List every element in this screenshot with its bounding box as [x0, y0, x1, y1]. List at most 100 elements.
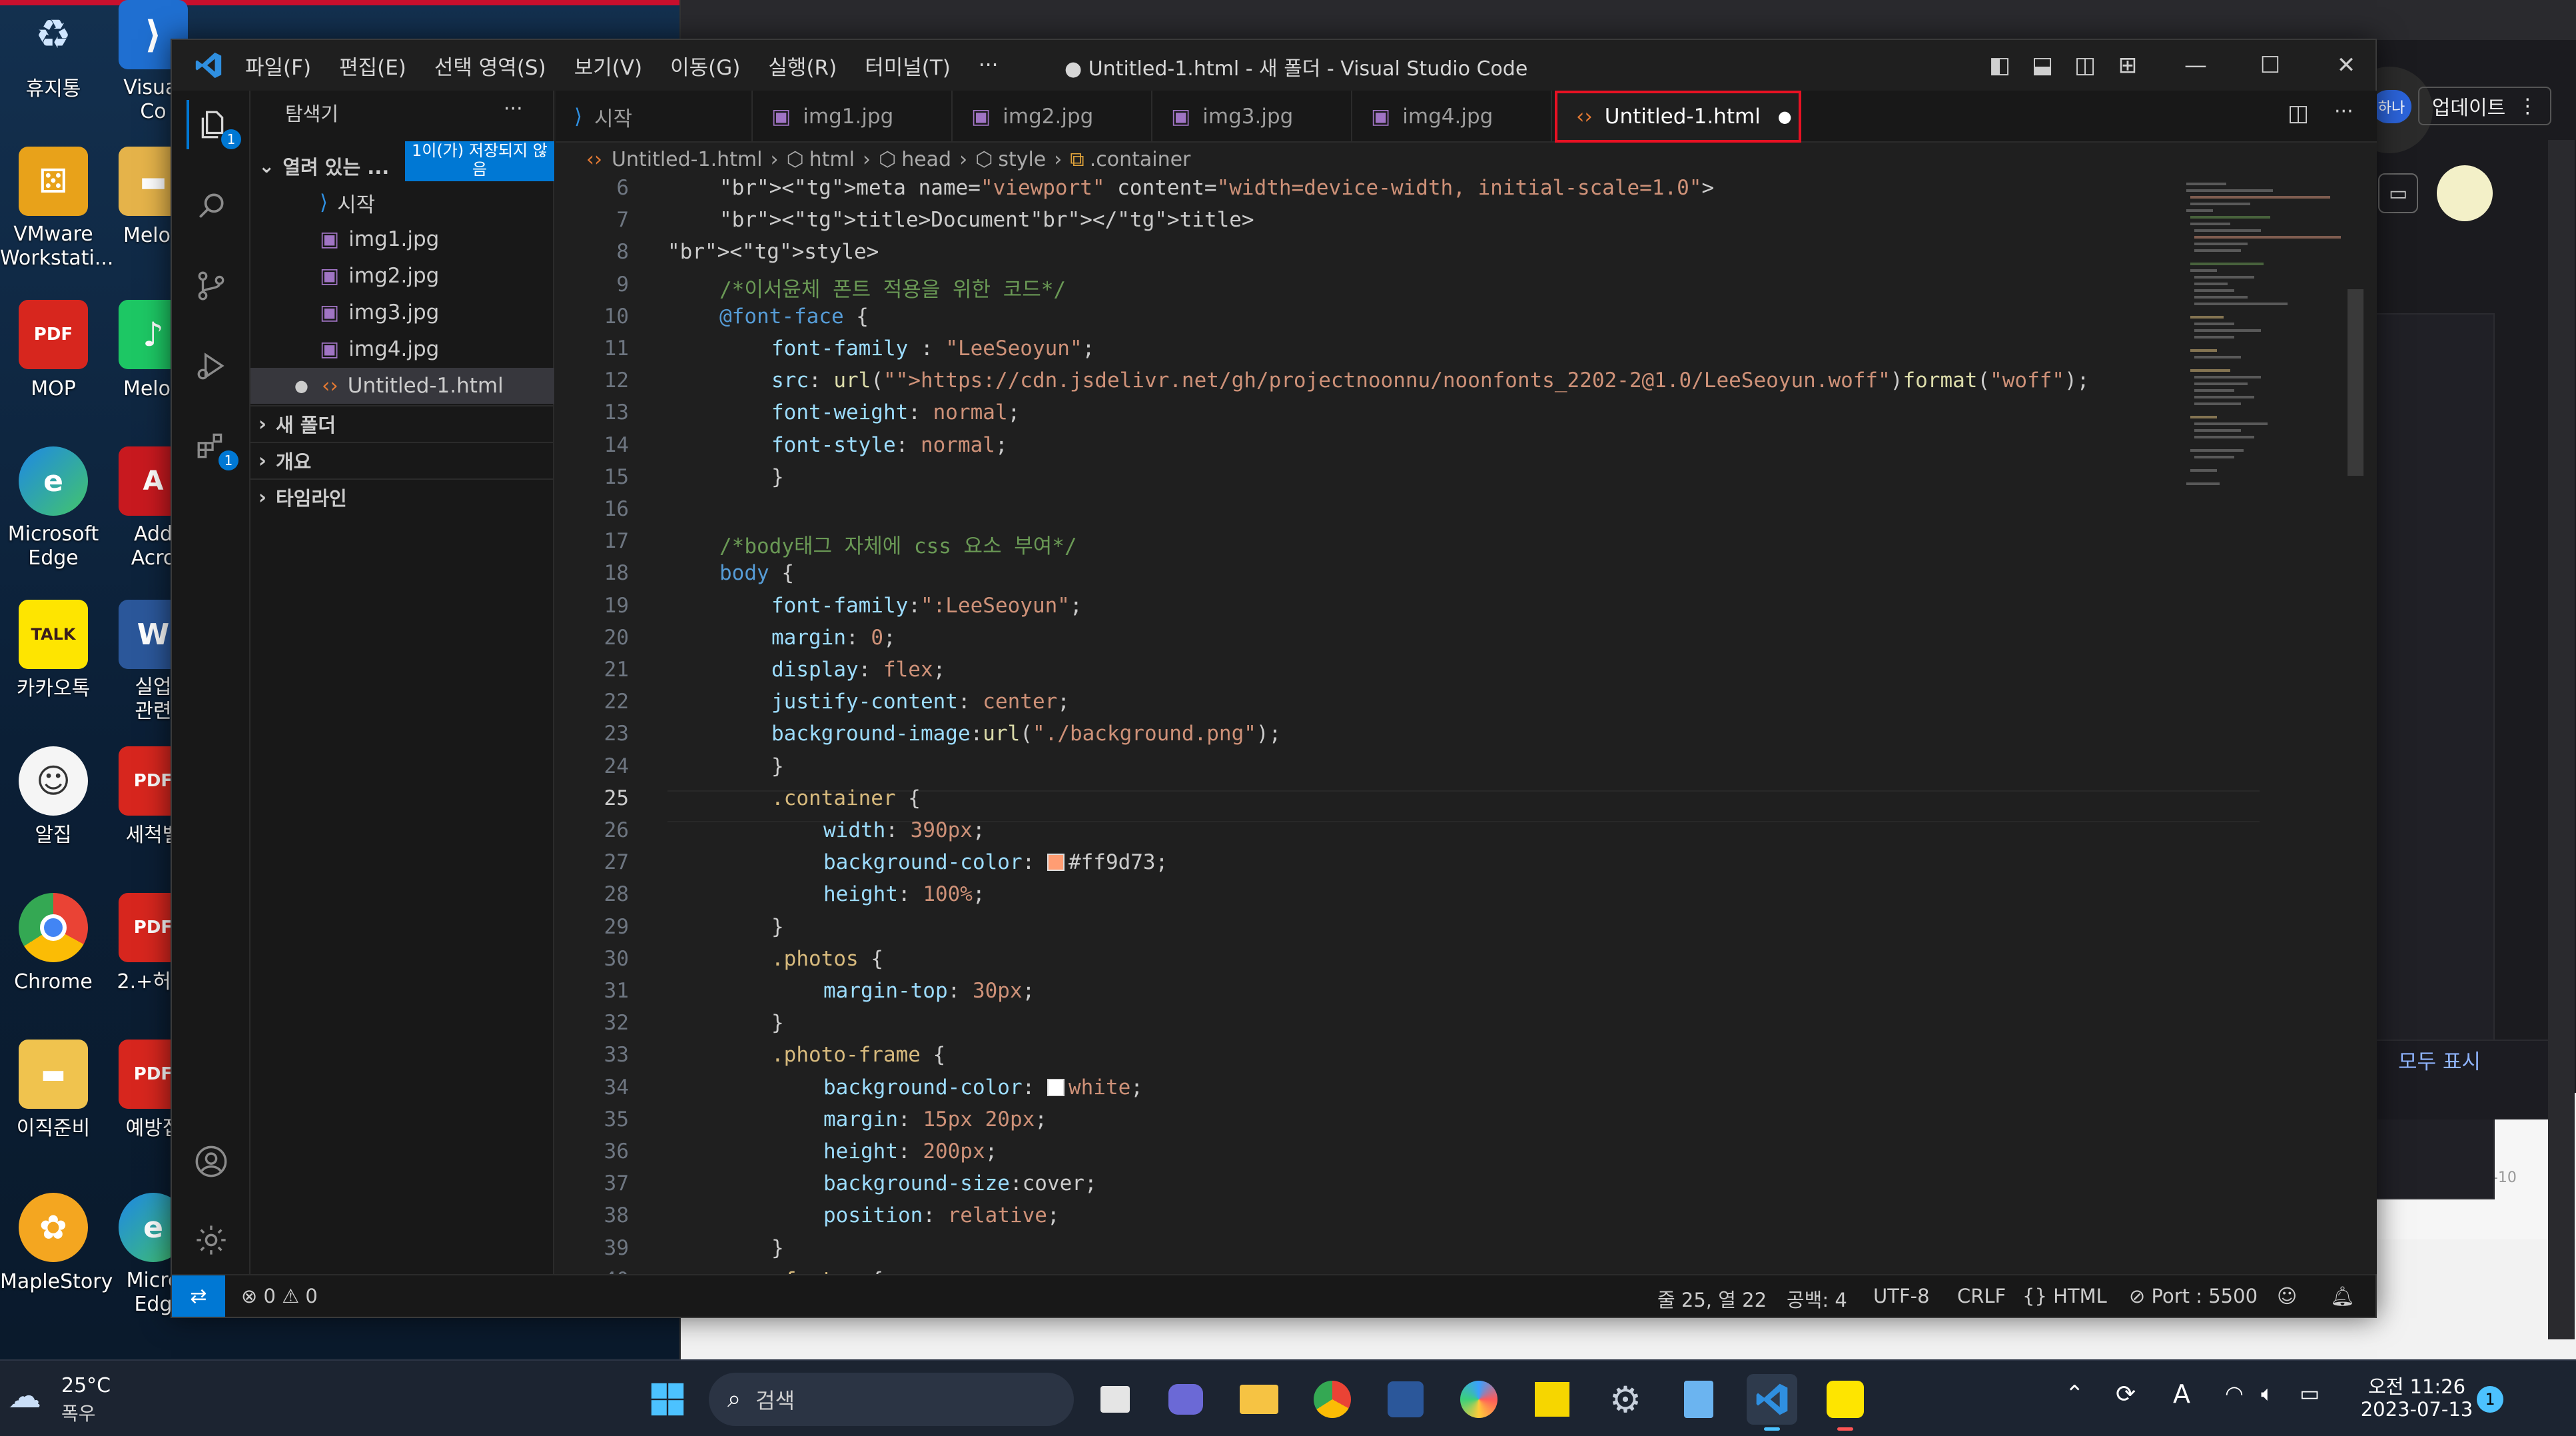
explorer-icon[interactable]: 1: [187, 100, 241, 149]
run-debug-icon[interactable]: [187, 341, 236, 390]
show-all-link[interactable]: 모두 표시: [2398, 1045, 2481, 1075]
open-editor-item[interactable]: ▣ img4.jpg: [250, 331, 554, 367]
settings-gear-icon[interactable]: [187, 1215, 236, 1265]
word-taskbar-icon[interactable]: [1380, 1374, 1431, 1425]
weather-cloud-icon[interactable]: ☁: [8, 1377, 55, 1423]
toggle-primary-sidebar-icon[interactable]: ◧: [1984, 49, 2016, 81]
menu-more[interactable]: ···: [979, 53, 999, 77]
open-editor-item[interactable]: ▣ img3.jpg: [250, 295, 554, 331]
wifi-icon[interactable]: ◠: [2225, 1381, 2244, 1406]
indentation[interactable]: 공백: 4: [1787, 1285, 1847, 1313]
kakaotalk-taskbar-icon[interactable]: [1820, 1374, 1871, 1425]
breadcrumb-item[interactable]: .container: [1090, 148, 1191, 171]
clock-time[interactable]: 오전 11:26: [2363, 1371, 2470, 1399]
menu-terminal[interactable]: 터미널(T): [865, 51, 951, 81]
taskbar-search[interactable]: ⌕ 검색: [709, 1373, 1074, 1426]
kakaotalk-icon[interactable]: TALK: [19, 600, 88, 669]
breadcrumb-item[interactable]: style: [998, 148, 1046, 171]
maplestory-icon[interactable]: ✿: [19, 1193, 88, 1262]
inbox-icon[interactable]: ▭: [2378, 173, 2418, 213]
file-explorer-icon[interactable]: [1234, 1374, 1284, 1425]
breadcrumb-item[interactable]: Untitled-1.html: [612, 148, 762, 171]
unsaved-dot-icon[interactable]: ●: [1778, 107, 1792, 126]
chrome-taskbar-icon[interactable]: [1307, 1374, 1358, 1425]
line-number: 25: [604, 786, 629, 810]
tab-untitled-active[interactable]: ‹› Untitled-1.html ●: [1555, 91, 1801, 143]
breadcrumb-item[interactable]: head: [901, 148, 951, 171]
no-entry-icon: ⊘: [2129, 1285, 2146, 1307]
customize-layout-icon[interactable]: ⊞: [2112, 49, 2144, 81]
accounts-icon[interactable]: [187, 1137, 236, 1186]
folder-section[interactable]: › 새 폴더: [250, 405, 554, 441]
tab-img3[interactable]: ▣ img3.jpg: [1152, 91, 1352, 143]
menu-selection[interactable]: 선택 영역(S): [434, 51, 546, 81]
profile-avatar[interactable]: [2437, 165, 2493, 221]
weather-temp[interactable]: 25°C: [61, 1374, 111, 1397]
maximize-icon[interactable]: ☐: [2254, 49, 2286, 81]
encoding[interactable]: UTF-8: [1873, 1285, 1930, 1307]
sticky-notes-icon[interactable]: [1527, 1374, 1577, 1425]
bell-icon[interactable]: 🔔︎: [2330, 1285, 2355, 1308]
toggle-secondary-sidebar-icon[interactable]: ◫: [2069, 49, 2101, 81]
feedback-icon[interactable]: ☺: [2277, 1285, 2297, 1307]
code-line: body {: [719, 561, 794, 585]
editor-scrollbar-thumb[interactable]: [2348, 289, 2363, 476]
source-control-icon[interactable]: [187, 261, 236, 311]
edge-icon[interactable]: e: [19, 446, 88, 516]
minimize-icon[interactable]: —: [2180, 49, 2212, 81]
menu-go[interactable]: 이동(G): [670, 51, 740, 81]
search-icon[interactable]: [187, 181, 236, 231]
cursor-position[interactable]: 줄 25, 열 22: [1657, 1285, 1767, 1313]
close-icon[interactable]: ✕: [2330, 49, 2362, 81]
open-editor-item[interactable]: ⟩ 시작: [250, 185, 554, 221]
language-mode[interactable]: {} HTML: [2022, 1285, 2107, 1307]
update-button[interactable]: 업데이트 ⋮: [2418, 87, 2551, 125]
paint-icon[interactable]: [1454, 1374, 1504, 1425]
background-scrollbar[interactable]: [2548, 140, 2575, 1339]
minimap[interactable]: [2181, 176, 2348, 522]
chat-icon[interactable]: [1160, 1374, 1211, 1425]
tab-start[interactable]: ⟩ 시작: [556, 91, 753, 143]
tab-img2[interactable]: ▣ img2.jpg: [953, 91, 1152, 143]
editor-more-icon[interactable]: ···: [2334, 100, 2354, 123]
tab-img4[interactable]: ▣ img4.jpg: [1352, 91, 1552, 143]
recycle-bin-icon[interactable]: ♻: [19, 0, 88, 69]
extensions-icon[interactable]: 1: [187, 421, 238, 470]
open-editor-item-active[interactable]: ● ‹› Untitled-1.html: [250, 368, 554, 404]
task-view-icon[interactable]: [1090, 1374, 1140, 1425]
folder-icon[interactable]: ▬: [19, 1040, 88, 1109]
notification-badge[interactable]: 1: [2477, 1386, 2503, 1413]
problems-indicator[interactable]: ⊗ 0 ⚠ 0: [241, 1285, 318, 1307]
menu-file[interactable]: 파일(F): [245, 51, 311, 81]
settings-taskbar-icon[interactable]: ⚙: [1600, 1374, 1651, 1425]
pdf-icon[interactable]: PDF: [19, 300, 88, 369]
volume-icon[interactable]: 🔈︎: [2261, 1381, 2274, 1407]
user-badge[interactable]: 하나: [2371, 90, 2411, 123]
code-editor[interactable]: 6 "br"><"tg">meta name="viewport" content…: [556, 176, 2374, 1274]
alzip-icon[interactable]: ☺: [19, 746, 88, 816]
outline-section[interactable]: › 개요: [250, 442, 554, 478]
breadcrumb-item[interactable]: html: [809, 148, 855, 171]
menu-view[interactable]: 보기(V): [574, 51, 642, 81]
chrome-icon[interactable]: [19, 893, 88, 962]
open-editor-item[interactable]: ▣ img2.jpg: [250, 258, 554, 294]
explorer-more-button[interactable]: ···: [504, 97, 523, 121]
tab-img1[interactable]: ▣ img1.jpg: [753, 91, 953, 143]
battery-icon[interactable]: ▭: [2300, 1381, 2320, 1406]
split-editor-icon[interactable]: ◫: [2288, 100, 2309, 127]
open-editor-item[interactable]: ▣ img1.jpg: [250, 221, 554, 257]
vmware-icon[interactable]: ⚄: [19, 147, 88, 216]
sync-icon[interactable]: ⟳: [2116, 1381, 2136, 1408]
chevron-up-icon[interactable]: ⌃: [2065, 1381, 2084, 1407]
timeline-section[interactable]: › 타임라인: [250, 478, 554, 514]
start-button[interactable]: [642, 1374, 693, 1425]
remote-icon[interactable]: ⇄: [172, 1275, 225, 1317]
toggle-panel-icon[interactable]: ⬓: [2026, 49, 2058, 81]
vscode-taskbar-icon[interactable]: [1747, 1374, 1797, 1425]
ime-icon[interactable]: A: [2173, 1379, 2190, 1409]
menu-run[interactable]: 실행(R): [768, 51, 837, 81]
menu-edit[interactable]: 편집(E): [339, 51, 406, 81]
line-ending[interactable]: CRLF: [1957, 1285, 2006, 1307]
notepad-icon[interactable]: [1673, 1374, 1724, 1425]
live-server-port[interactable]: ⊘ Port : 5500: [2129, 1285, 2258, 1307]
